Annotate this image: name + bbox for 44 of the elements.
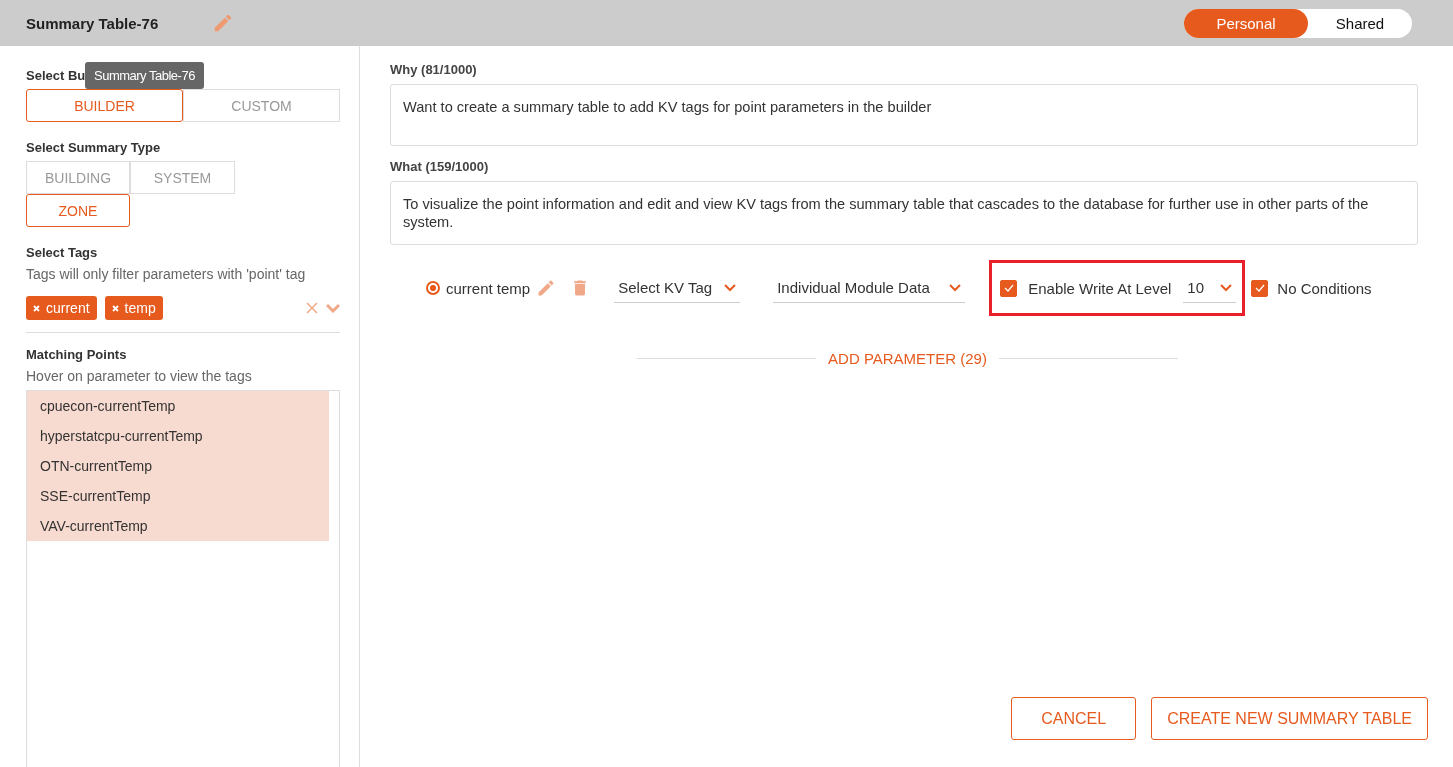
chevron-down-icon[interactable] (326, 303, 340, 313)
checkbox-label: No Conditions (1277, 279, 1372, 297)
matching-point-item[interactable]: hyperstatcpu-currentTemp (27, 421, 329, 451)
hint-text: Hover on parameter to view the tags (26, 368, 253, 384)
sharing-option[interactable]: Personal (1184, 8, 1308, 38)
sharing-option[interactable]: Shared (1308, 8, 1412, 38)
matching-point-item[interactable]: SSE-currentTemp (27, 481, 329, 511)
section-label: Select Bu (26, 68, 86, 83)
chevron-down-icon (724, 283, 737, 292)
tag-chip[interactable]: temp (104, 296, 163, 320)
what-field[interactable]: To visualize the point information and edit and view KV tags from the summary table that cascades to the database for further use in other parts of the system. (390, 181, 1418, 245)
field-label: What (159/1000) (390, 159, 490, 174)
checkbox[interactable] (1251, 279, 1269, 297)
remove-icon[interactable] (33, 304, 40, 312)
table-title: Summary Table-76 (26, 14, 159, 32)
clear-icon[interactable] (306, 302, 318, 314)
matching-point-item[interactable]: cpuecon-currentTemp (27, 391, 329, 421)
action-button[interactable]: CREATE NEW SUMMARY TABLE (1151, 697, 1428, 740)
chevron-down-icon (949, 283, 962, 292)
add-parameter-button[interactable]: ADD PARAMETER (29) (828, 350, 987, 367)
summary-type-option[interactable]: ZONE (26, 194, 130, 227)
checkbox[interactable] (1000, 279, 1018, 297)
tag-chip[interactable]: current (26, 296, 97, 320)
radio-button[interactable] (426, 281, 440, 295)
parameter-name: current temp (446, 279, 531, 297)
tooltip: Summary Table-76 (85, 62, 204, 89)
check-icon (1254, 284, 1265, 292)
why-field[interactable]: Want to create a summary table to add KV tags for point parameters in the builder (390, 84, 1418, 146)
section-label: Matching Points (26, 347, 128, 362)
level-dropdown[interactable]: 10 (1183, 273, 1237, 303)
data-source-dropdown[interactable]: Individual Module Data (773, 273, 966, 303)
hint-text: Tags will only filter parameters with 'point' tag (26, 266, 307, 282)
build-type-option[interactable]: BUILDER (26, 89, 183, 122)
remove-icon[interactable] (111, 304, 119, 312)
section-label: Select Tags (26, 245, 99, 260)
matching-point-item[interactable]: OTN-currentTemp (27, 451, 329, 481)
matching-point-item[interactable]: VAV-currentTemp (27, 511, 329, 541)
checkbox-label: Enable Write At Level (1028, 279, 1172, 297)
chevron-down-icon (1220, 283, 1233, 292)
section-label: Select Summary Type (26, 140, 162, 155)
check-icon (1003, 284, 1014, 292)
kv-tag-dropdown[interactable]: Select KV Tag (614, 273, 741, 303)
action-button[interactable]: CANCEL (1011, 697, 1137, 740)
field-label: Why (81/1000) (390, 62, 478, 77)
